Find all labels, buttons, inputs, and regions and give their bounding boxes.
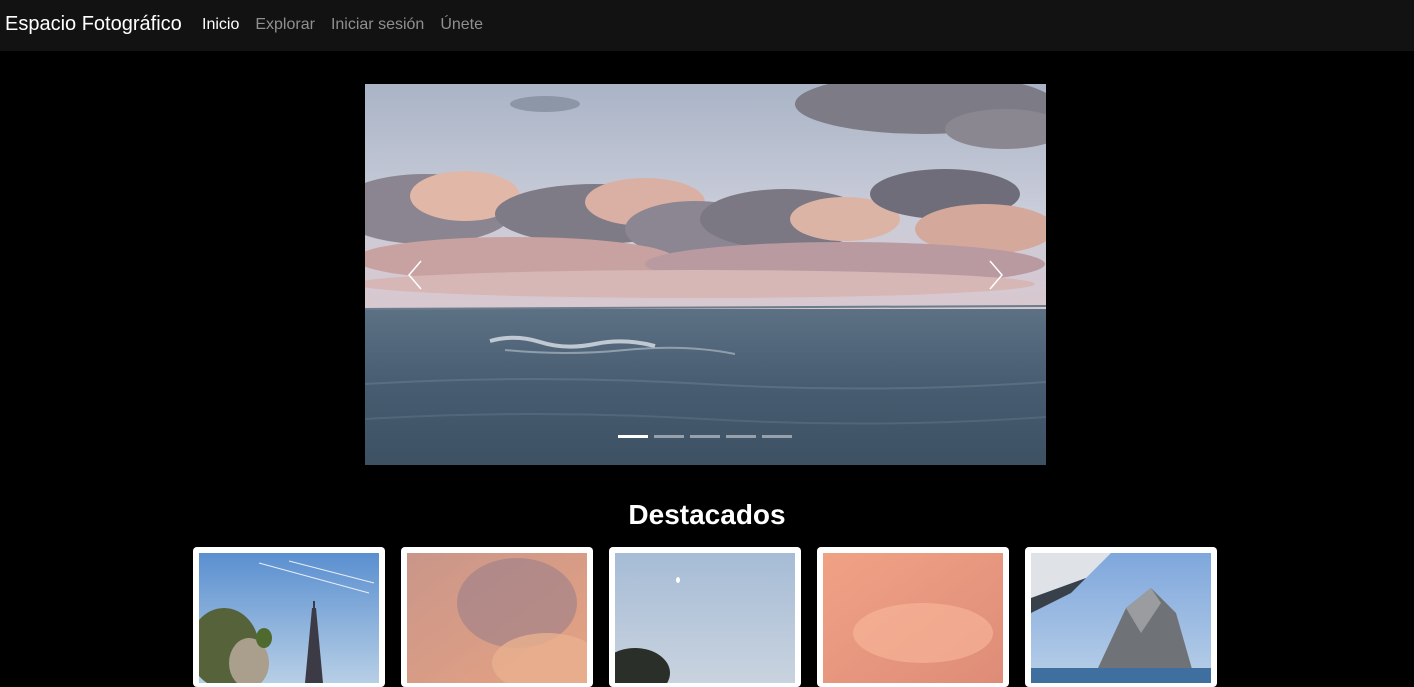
featured-card-sunset[interactable] [817, 547, 1009, 687]
brand-link[interactable]: Espacio Fotográfico [5, 12, 182, 36]
featured-card-eiffel[interactable] [193, 547, 385, 687]
carousel-indicators [618, 435, 792, 438]
hero-carousel [365, 84, 1046, 465]
nav-link-unete[interactable]: Únete [440, 15, 483, 34]
carousel-indicator[interactable] [762, 435, 792, 438]
nav-link-inicio[interactable]: Inicio [202, 15, 239, 34]
featured-image [199, 553, 379, 683]
navbar: Espacio Fotográfico Inicio Explorar Inic… [0, 0, 1414, 51]
nav-links: Inicio Explorar Iniciar sesión Únete [202, 15, 483, 34]
featured-card-rock[interactable] [1025, 547, 1217, 687]
carousel-prev-button[interactable] [365, 84, 465, 465]
carousel-indicator[interactable] [726, 435, 756, 438]
featured-image [407, 553, 587, 683]
carousel-next-button[interactable] [946, 84, 1046, 465]
featured-card-clouds[interactable] [401, 547, 593, 687]
carousel-indicator[interactable] [654, 435, 684, 438]
featured-image [615, 553, 795, 683]
nav-link-explorar[interactable]: Explorar [255, 15, 315, 34]
featured-image [1031, 553, 1211, 683]
carousel-indicator[interactable] [618, 435, 648, 438]
nav-link-iniciar-sesion[interactable]: Iniciar sesión [331, 15, 424, 34]
chevron-left-icon [408, 260, 422, 289]
carousel-slide-image [365, 84, 1046, 465]
carousel-indicator[interactable] [690, 435, 720, 438]
featured-image [823, 553, 1003, 683]
chevron-right-icon [989, 260, 1003, 289]
featured-title: Destacados [628, 499, 786, 530]
featured-card-moon[interactable] [609, 547, 801, 687]
